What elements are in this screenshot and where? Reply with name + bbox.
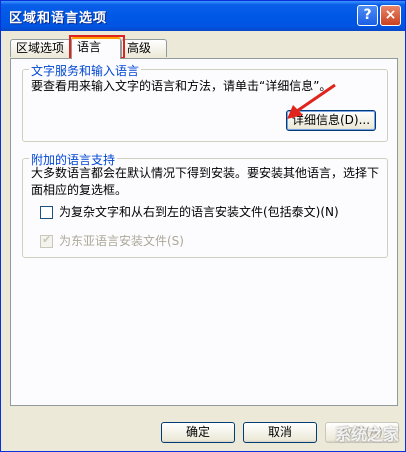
close-button[interactable]: ×	[380, 5, 401, 26]
supplemental-group: 附加的语言支持 大多数语言都会在默认情况下得到安装。要安装其他语言，选择下面相应…	[22, 151, 388, 258]
ok-button[interactable]: 确定	[161, 422, 235, 443]
dialog-window: 区域和语言选项 ? × 区域选项 语言 高级 文字服务和输入语言 要查看用来输入…	[0, 0, 406, 452]
cancel-button[interactable]: 取消	[243, 422, 317, 443]
red-arrow-icon	[287, 83, 336, 119]
tab-advanced[interactable]: 高级	[121, 39, 167, 57]
complex-script-label[interactable]: 为复杂文字和从右到左的语言安装文件(包括泰文)(N)	[59, 204, 339, 221]
east-asian-label: 为东亚语言安装文件(S)	[59, 234, 184, 248]
tab-languages[interactable]: 语言	[71, 37, 121, 59]
tab-panel: 文字服务和输入语言 要查看用来输入文字的语言和方法，请单击“详细信息”。 详细信…	[10, 58, 398, 406]
tab-regional-options[interactable]: 区域选项	[10, 39, 72, 57]
checkmark-icon: ✔	[42, 233, 52, 246]
complex-script-checkbox[interactable]	[40, 206, 53, 219]
title-bar[interactable]: 区域和语言选项 ? ×	[1, 1, 405, 31]
east-asian-checkbox: ✔	[40, 233, 53, 248]
text-services-title: 文字服务和输入语言	[29, 62, 142, 79]
supplemental-description: 大多数语言都会在默认情况下得到安装。要安装其他语言，选择下面相应的复选框。	[31, 166, 380, 197]
help-button[interactable]: ?	[357, 5, 378, 26]
window-title: 区域和语言选项	[9, 11, 108, 26]
watermark-logo: 系统之家	[334, 425, 399, 444]
